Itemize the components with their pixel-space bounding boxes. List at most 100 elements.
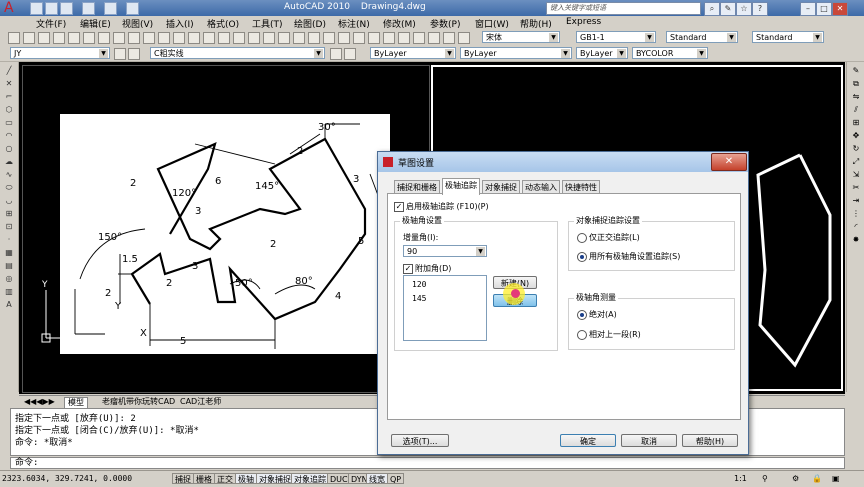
zoom-window-icon[interactable] bbox=[248, 32, 260, 44]
relative-radio[interactable] bbox=[577, 330, 587, 340]
snap-toggle[interactable]: 捕捉 bbox=[172, 473, 194, 484]
open-file-icon[interactable] bbox=[45, 2, 58, 15]
rectangle-icon[interactable]: ▭ bbox=[4, 118, 14, 128]
zoom-previous-icon[interactable] bbox=[263, 32, 275, 44]
properties-icon[interactable] bbox=[278, 32, 290, 44]
calculator-icon[interactable] bbox=[353, 32, 365, 44]
ellipse-icon[interactable]: ⬭ bbox=[4, 183, 14, 193]
menu-window[interactable]: 窗口(W) bbox=[475, 17, 509, 30]
plot-icon[interactable] bbox=[126, 2, 139, 15]
layer-match-icon[interactable] bbox=[344, 48, 356, 60]
dialog-close-button[interactable]: ✕ bbox=[711, 153, 747, 171]
menu-modify[interactable]: 修改(M) bbox=[383, 17, 416, 30]
menu-file[interactable]: 文件(F) bbox=[36, 17, 66, 30]
publish-icon[interactable] bbox=[83, 32, 95, 44]
preview-icon[interactable] bbox=[68, 32, 80, 44]
enable-polar-checkbox[interactable]: ✓ bbox=[394, 202, 404, 212]
lineweight-select[interactable]: ByLayer ▼ bbox=[576, 47, 628, 59]
menu-tools[interactable]: 工具(T) bbox=[252, 17, 283, 30]
circle-icon[interactable]: ○ bbox=[4, 144, 14, 154]
redo-icon[interactable] bbox=[104, 2, 117, 15]
tab-dynamic-input[interactable]: 动态输入 bbox=[522, 180, 560, 194]
list-item[interactable]: 145 bbox=[412, 294, 426, 303]
list-item[interactable]: 120 bbox=[412, 280, 426, 289]
annotation-visibility-icon[interactable]: ⚲ bbox=[760, 473, 770, 484]
cut-icon[interactable] bbox=[113, 32, 125, 44]
offset-icon[interactable]: ⫽ bbox=[851, 105, 861, 115]
polygon-icon[interactable]: ⬡ bbox=[4, 105, 14, 115]
cancel-button[interactable]: 取消 bbox=[621, 434, 677, 447]
annotation-scale[interactable]: 1:1 bbox=[732, 473, 749, 484]
trim-icon[interactable]: ✂ bbox=[851, 183, 861, 193]
tab-object-snap[interactable]: 对象捕捉 bbox=[482, 180, 520, 194]
blockeditor-icon[interactable] bbox=[173, 32, 185, 44]
grid-toggle[interactable]: 栅格 bbox=[193, 473, 215, 484]
otrack-toggle[interactable]: 对象追踪 bbox=[291, 473, 329, 484]
paste-icon[interactable] bbox=[143, 32, 155, 44]
coordinate-readout[interactable]: 2323.6034, 329.7241, 0.0000 bbox=[2, 473, 167, 485]
zoom-realtime-icon[interactable] bbox=[233, 32, 245, 44]
absolute-radio[interactable] bbox=[577, 310, 587, 320]
copy-icon[interactable] bbox=[128, 32, 140, 44]
polar-toggle[interactable]: 极轴 bbox=[235, 473, 257, 484]
color-select[interactable]: ByLayer ▼ bbox=[370, 47, 456, 59]
ortho-toggle[interactable]: 正交 bbox=[214, 473, 236, 484]
hatch-icon[interactable]: ▦ bbox=[4, 248, 14, 258]
font-select[interactable]: 宋体 ▼ bbox=[482, 31, 560, 43]
polyline-icon[interactable]: ⌐ bbox=[4, 92, 14, 102]
3dprint-icon[interactable] bbox=[98, 32, 110, 44]
text-icon[interactable] bbox=[428, 32, 440, 44]
tab-snap-grid[interactable]: 捕捉和栅格 bbox=[394, 180, 440, 194]
scale-icon[interactable]: ⤢ bbox=[851, 157, 861, 167]
line-icon[interactable] bbox=[398, 32, 410, 44]
tablestyle-select[interactable]: Standard ▼ bbox=[752, 31, 824, 43]
menu-insert[interactable]: 插入(I) bbox=[166, 17, 194, 30]
infocenter-icon[interactable]: ✎ bbox=[720, 2, 736, 16]
close-icon[interactable]: ✕ bbox=[832, 2, 848, 16]
dimension-icon[interactable] bbox=[443, 32, 455, 44]
tab-polar-tracking[interactable]: 极轴追踪 bbox=[442, 178, 480, 195]
layer-previous-icon[interactable] bbox=[330, 48, 342, 60]
plotstyle-select[interactable]: BYCOLOR ▼ bbox=[632, 47, 708, 59]
table-icon[interactable]: ▥ bbox=[4, 287, 14, 297]
pan-icon[interactable] bbox=[218, 32, 230, 44]
save-icon[interactable] bbox=[60, 2, 73, 15]
ok-button[interactable]: 确定 bbox=[560, 434, 616, 447]
workspace-select[interactable]: JY ▼ bbox=[10, 47, 110, 59]
explode-icon[interactable]: ✸ bbox=[851, 235, 861, 245]
search-icon[interactable]: ⌕ bbox=[704, 2, 720, 16]
new-file-icon[interactable] bbox=[30, 2, 43, 15]
help-button[interactable]: 帮助(H) bbox=[682, 434, 738, 447]
clean-screen-icon[interactable]: ▣ bbox=[830, 473, 842, 484]
rotate-icon[interactable]: ↻ bbox=[851, 144, 861, 154]
qp-toggle[interactable]: QP bbox=[387, 473, 405, 484]
increment-angle-select[interactable]: 90 ▼ bbox=[403, 245, 487, 257]
gradient-icon[interactable]: ▤ bbox=[4, 261, 14, 271]
toolpalettes-icon[interactable] bbox=[308, 32, 320, 44]
linetype-select[interactable]: ByLayer ▼ bbox=[460, 47, 572, 59]
options-button[interactable]: 选项(T)... bbox=[391, 434, 449, 447]
spline-icon[interactable]: ∿ bbox=[4, 170, 14, 180]
point-icon[interactable]: · bbox=[4, 235, 14, 245]
erase-icon[interactable]: ✎ bbox=[851, 66, 861, 76]
orthogonal-only-radio[interactable] bbox=[577, 233, 587, 243]
textstyle-select[interactable]: Standard ▼ bbox=[666, 31, 738, 43]
menu-help[interactable]: 帮助(H) bbox=[520, 17, 552, 30]
menu-parametric[interactable]: 参数(P) bbox=[430, 17, 460, 30]
dialog-title-bar[interactable]: 草图设置 ✕ bbox=[378, 152, 748, 172]
menu-express[interactable]: Express bbox=[566, 17, 601, 27]
array-icon[interactable]: ⊞ bbox=[851, 118, 861, 128]
revcloud-icon[interactable]: ☁ bbox=[4, 157, 14, 167]
designcenter-icon[interactable] bbox=[293, 32, 305, 44]
all-polar-radio[interactable] bbox=[577, 252, 587, 262]
arc-icon[interactable]: ◠ bbox=[4, 131, 14, 141]
open-icon[interactable] bbox=[23, 32, 35, 44]
mtext-icon[interactable]: A bbox=[4, 300, 14, 310]
hatch-icon[interactable] bbox=[458, 32, 470, 44]
redo-icon[interactable] bbox=[203, 32, 215, 44]
help-icon[interactable]: ? bbox=[752, 2, 768, 16]
save-icon[interactable] bbox=[38, 32, 50, 44]
tab-layout-2[interactable]: CAD江老师 bbox=[177, 397, 224, 407]
command-input[interactable]: 命令: bbox=[10, 457, 845, 469]
layer-manager-icon[interactable] bbox=[128, 48, 140, 60]
